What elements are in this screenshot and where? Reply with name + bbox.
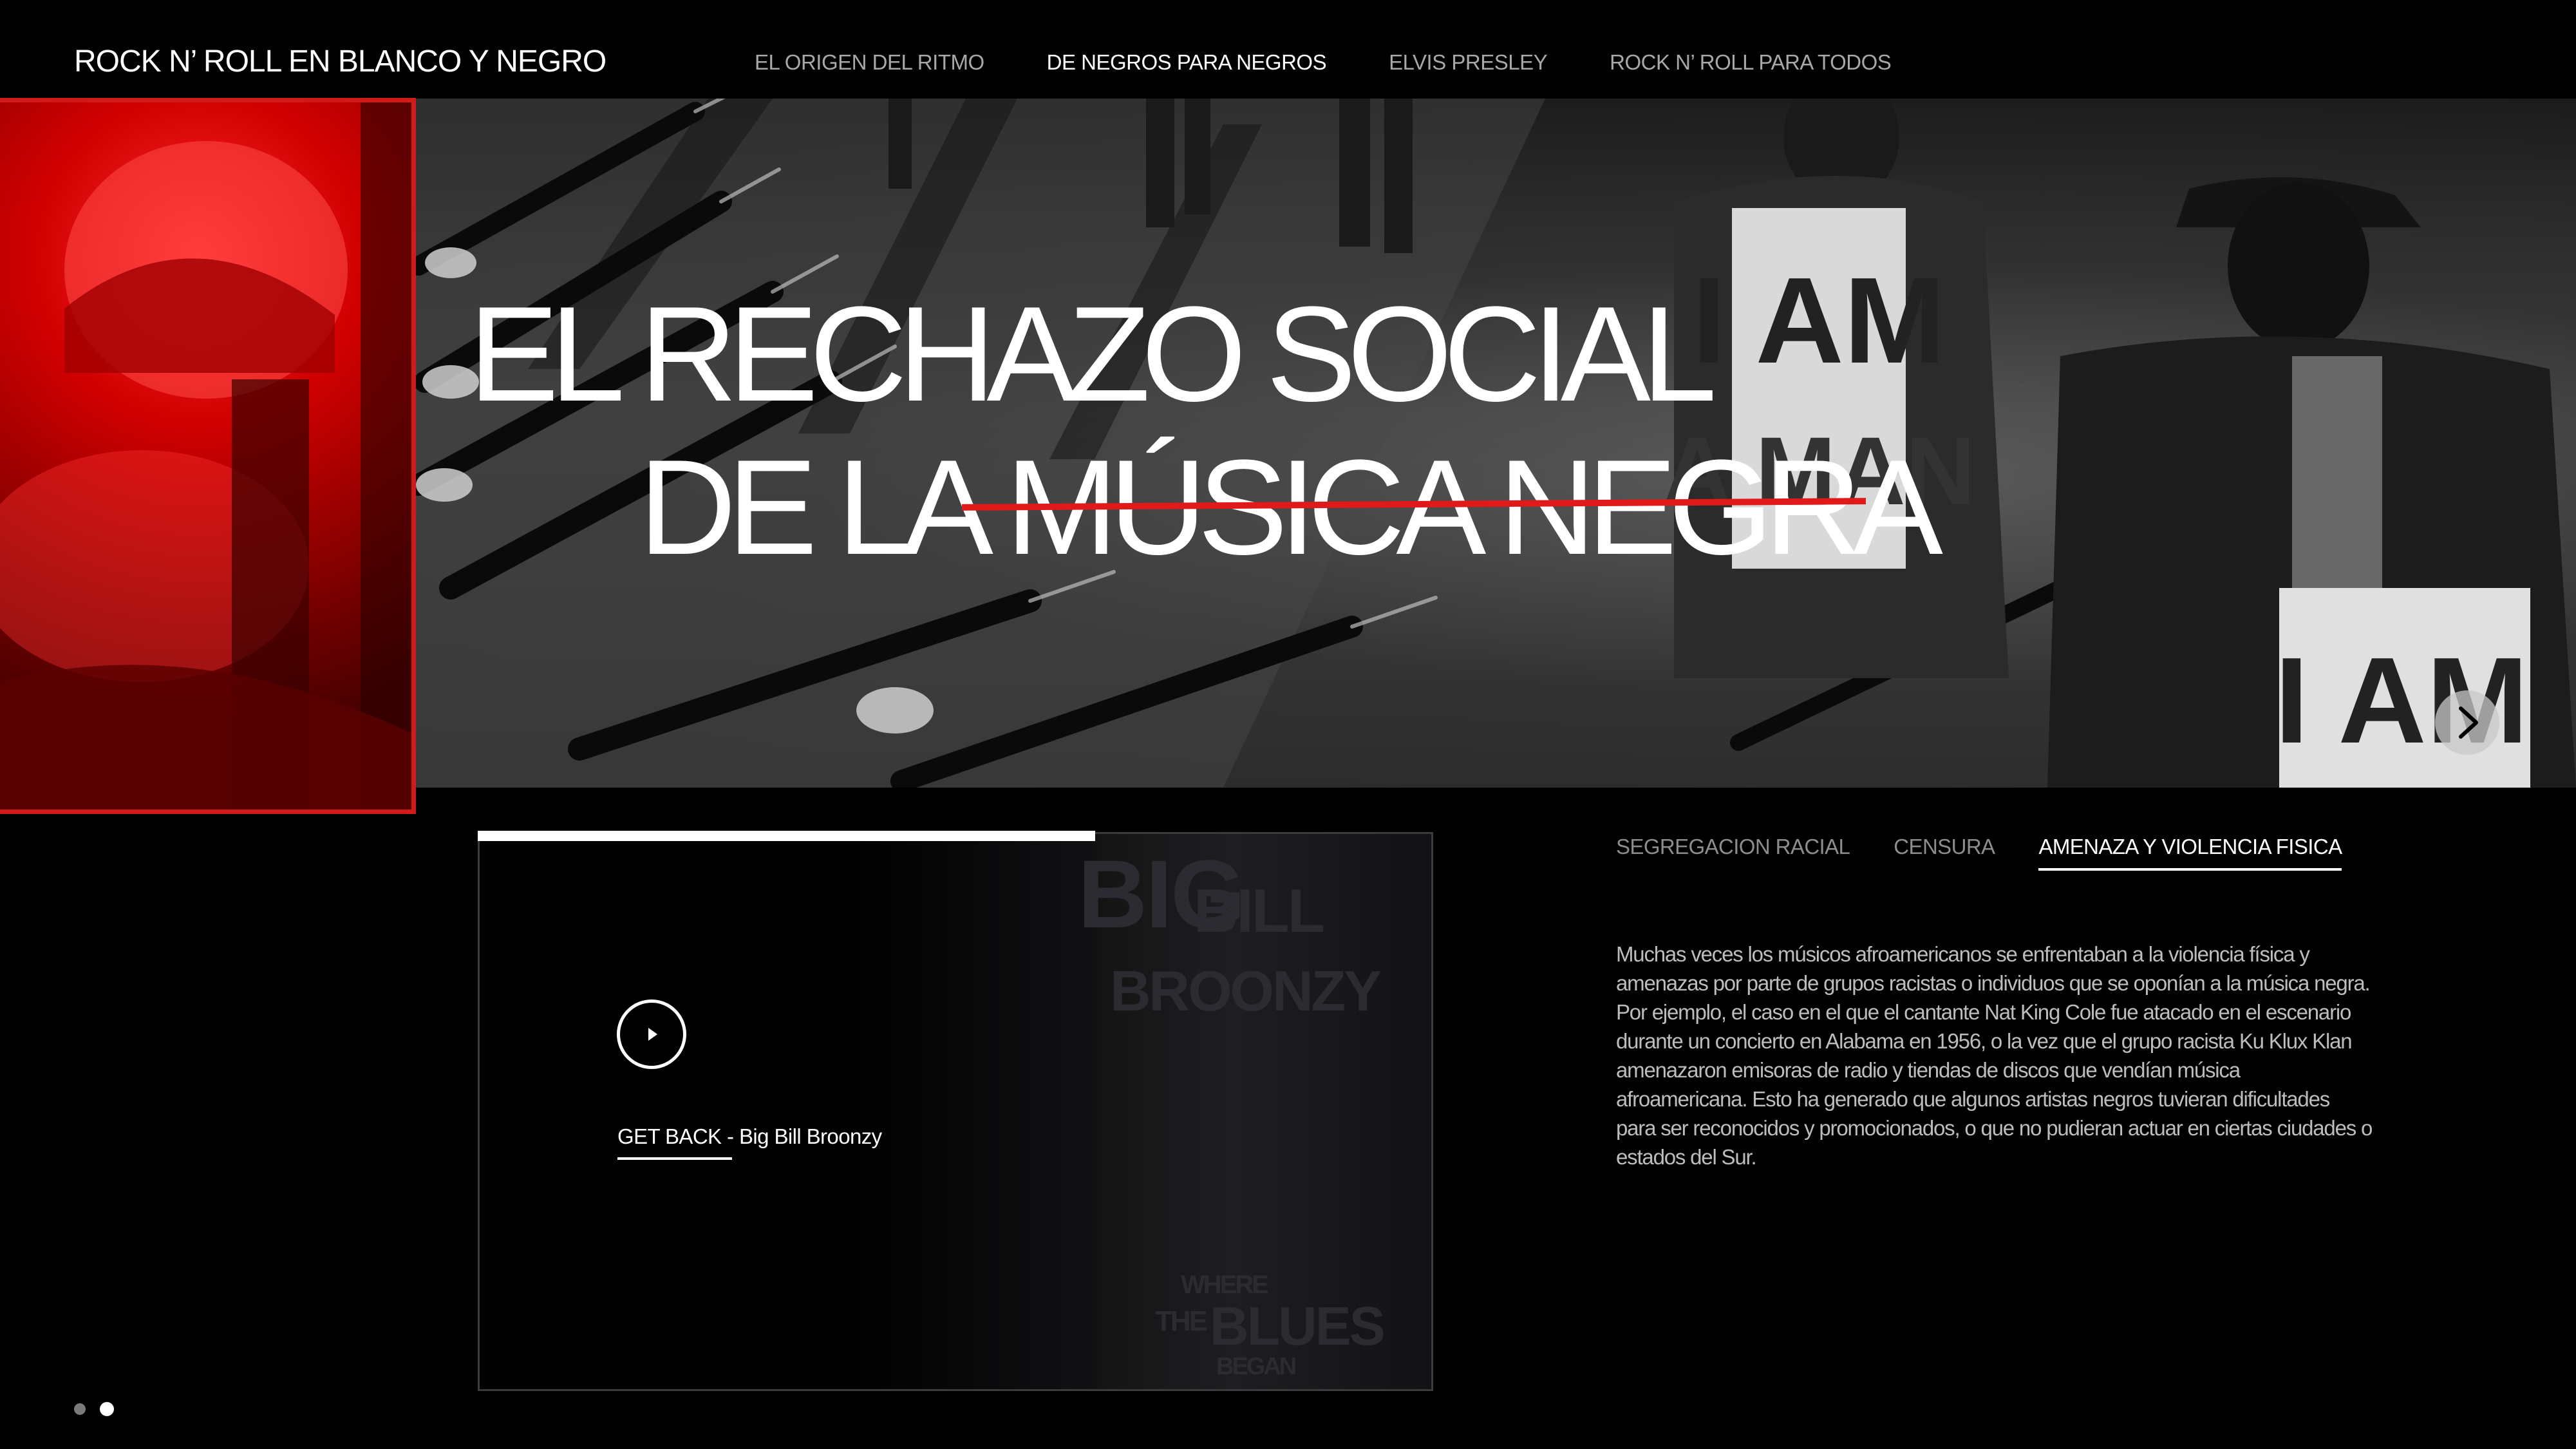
nav-item-origen-del-ritmo[interactable]: EL ORIGEN DEL RITMO	[755, 50, 984, 75]
topic-tabs: SEGREGACION RACIAL CENSURA AMENAZA Y VIO…	[1616, 835, 2342, 871]
album-art-text: BILL	[1194, 876, 1325, 945]
hero-title-line-1: EL RECHAZO SOCIAL	[469, 278, 1717, 430]
track-title-underline	[617, 1157, 732, 1160]
site-title[interactable]: ROCK N’ ROLL EN BLANCO Y NEGRO	[74, 44, 606, 79]
page: ROCK N’ ROLL EN BLANCO Y NEGRO EL ORIGEN…	[0, 0, 2576, 1449]
album-art-text: BEGAN	[1216, 1353, 1297, 1380]
album-art-text: BROONZY	[1110, 959, 1382, 1023]
pager-dot-1[interactable]	[74, 1403, 86, 1415]
media-player-card: BIG BILL BROONZY WHERE THE BLUES BEGAN G…	[478, 832, 1433, 1391]
protest-sign-text-1: I AM	[1692, 252, 1946, 389]
pager-dot-2[interactable]	[100, 1402, 114, 1416]
tab-content-text: Muchas veces los músicos afroamericanos …	[1616, 942, 2373, 1169]
nav-item-rock-n-roll-para-todos[interactable]: ROCK N’ ROLL PARA TODOS	[1610, 50, 1892, 75]
chevron-right-icon	[2459, 706, 2478, 739]
media-progress-fill	[478, 831, 1095, 841]
next-slide-button[interactable]	[2435, 690, 2499, 755]
slide-pager	[74, 1402, 114, 1416]
play-icon	[648, 1028, 657, 1041]
tab-amenaza-y-violencia-fisica[interactable]: AMENAZA Y VIOLENCIA FISICA	[2038, 835, 2342, 871]
album-art-text: THE	[1155, 1305, 1208, 1337]
nav-item-de-negros-para-negros[interactable]: DE NEGROS PARA NEGROS	[1047, 50, 1327, 75]
main-nav: EL ORIGEN DEL RITMO DE NEGROS PARA NEGRO…	[755, 50, 1892, 75]
album-art-text: WHERE	[1181, 1271, 1269, 1299]
nav-item-elvis-presley[interactable]: ELVIS PRESLEY	[1389, 50, 1548, 75]
soldier-photo	[0, 102, 411, 810]
album-art-fade	[840, 834, 1111, 1389]
album-art-text: BLUES	[1210, 1296, 1386, 1356]
red-duotone-photo	[0, 98, 416, 814]
track-title[interactable]: GET BACK - Big Bill Broonzy	[617, 1124, 882, 1149]
play-button[interactable]	[617, 999, 686, 1069]
tab-segregacion-racial[interactable]: SEGREGACION RACIAL	[1616, 835, 1850, 859]
tab-censura[interactable]: CENSURA	[1894, 835, 1995, 859]
album-art: BIG BILL BROONZY WHERE THE BLUES BEGAN	[1078, 834, 1431, 1389]
